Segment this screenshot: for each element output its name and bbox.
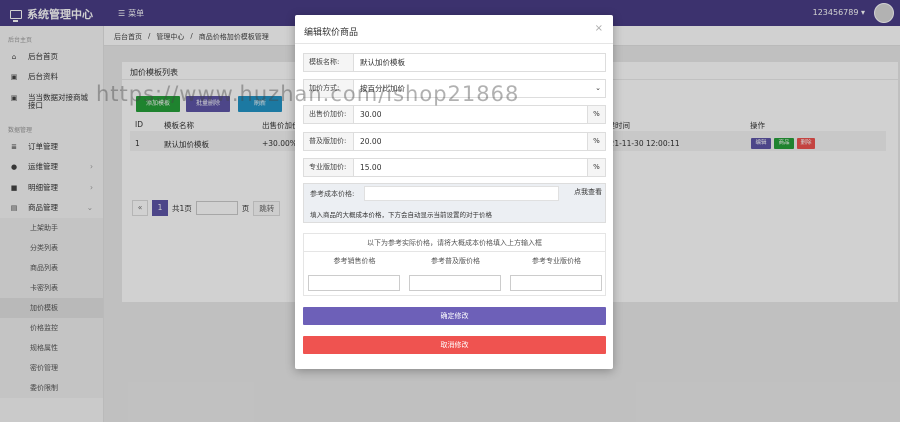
- chevron-down-icon: ⌄: [595, 84, 601, 92]
- ref-sale-price-output: [308, 275, 400, 291]
- percent-unit: %: [587, 133, 605, 150]
- ref-normal-price-output: [409, 275, 501, 291]
- edit-modal: 编辑软价商品 × 模板名称: 默认加价模板 加价方式: 按百分比加价 ⌄ 出售价…: [295, 15, 613, 369]
- reference-table-header: 以下为参考实际价格，请将大概成本价格填入上方输入框: [304, 234, 605, 252]
- ref-pro-price-header: 参考专业版价格: [532, 257, 581, 265]
- divider: [295, 43, 613, 44]
- ref-normal-price-header: 参考普及版价格: [431, 257, 480, 265]
- sale-markup-label: 出售价加价:: [304, 106, 354, 123]
- cancel-button[interactable]: 取消修改: [303, 336, 606, 354]
- normal-markup-input[interactable]: 20.00: [354, 133, 587, 150]
- percent-unit: %: [587, 106, 605, 123]
- pro-markup-input[interactable]: 15.00: [354, 159, 587, 176]
- close-icon[interactable]: ×: [595, 23, 603, 34]
- sale-markup-input[interactable]: 30.00: [354, 106, 587, 123]
- reference-price-table: 以下为参考实际价格，请将大概成本价格填入上方输入框 参考销售价格 参考普及版价格…: [303, 233, 606, 296]
- pro-markup-field: 专业版加价: 15.00 %: [303, 158, 606, 177]
- template-name-label: 模板名称:: [304, 54, 354, 71]
- ref-sale-price-header: 参考销售价格: [333, 257, 376, 265]
- template-name-input[interactable]: 默认加价模板: [354, 54, 605, 71]
- view-reference-button[interactable]: 点我查看: [574, 187, 602, 197]
- ref-pro-price-output: [510, 275, 602, 291]
- confirm-button[interactable]: 确定修改: [303, 307, 606, 325]
- normal-markup-field: 普及版加价: 20.00 %: [303, 132, 606, 151]
- reference-cost-input[interactable]: [364, 186, 559, 201]
- normal-markup-label: 普及版加价:: [304, 133, 354, 150]
- percent-unit: %: [587, 159, 605, 176]
- reference-cost-label: 参考成本价格:: [310, 190, 355, 198]
- pro-markup-label: 专业版加价:: [304, 159, 354, 176]
- reference-cost-box: 参考成本价格: 点我查看 填入商品的大概成本价格，下方会自动显示当前设置的对于价…: [303, 183, 606, 223]
- reference-note: 填入商品的大概成本价格，下方会自动显示当前设置的对于价格: [310, 211, 492, 219]
- modal-title: 编辑软价商品: [304, 28, 359, 38]
- template-name-field: 模板名称: 默认加价模板: [303, 53, 606, 72]
- sale-markup-field: 出售价加价: 30.00 %: [303, 105, 606, 124]
- watermark-text: https://www.huzhan.com/ishop21868: [96, 82, 520, 106]
